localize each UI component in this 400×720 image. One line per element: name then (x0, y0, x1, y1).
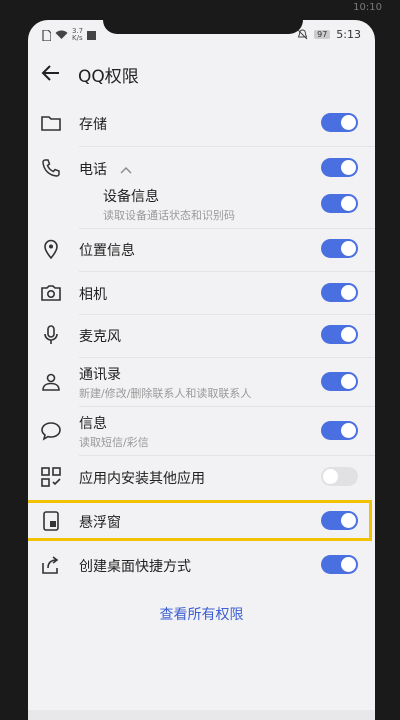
toggle-knob (341, 557, 356, 572)
page-title: QQ权限 (78, 67, 139, 87)
phone-toggle[interactable] (321, 158, 358, 177)
permission-row-shortcut[interactable]: 创建桌面快捷方式 (28, 544, 375, 586)
sim-icon (42, 29, 51, 41)
shortcut-toggle[interactable] (321, 555, 358, 574)
permission-row-storage[interactable]: 存储 (28, 100, 375, 147)
toggle-knob (341, 241, 356, 256)
floating-window-toggle[interactable] (321, 511, 358, 530)
permission-label: 存储 (79, 117, 107, 133)
permission-label: 信息 (79, 416, 107, 432)
permission-row-camera[interactable]: 相机 (28, 272, 375, 315)
toggle-knob (341, 196, 356, 211)
contacts-toggle[interactable] (321, 372, 358, 391)
camera-icon (40, 282, 62, 304)
permission-label: 通讯录 (79, 367, 121, 383)
floating-window-icon (40, 510, 62, 532)
permission-row-contacts[interactable]: 通讯录 新建/修改/删除联系人和读取联系人 (28, 358, 375, 407)
toggle-knob (341, 327, 356, 342)
permission-row-location[interactable]: 位置信息 (28, 229, 375, 272)
microphone-icon (40, 324, 62, 346)
permission-description: 读取短信/彩信 (79, 436, 149, 449)
bezel-time: 10:10 (353, 2, 382, 13)
permission-description: 新建/修改/删除联系人和读取联系人 (79, 387, 252, 400)
toggle-knob (341, 115, 356, 130)
toggle-knob (341, 160, 356, 175)
permission-label: 应用内安装其他应用 (79, 471, 205, 487)
permission-label: 设备信息 (103, 189, 159, 205)
notification-icon (87, 30, 97, 40)
apps-icon (40, 466, 62, 488)
camera-toggle[interactable] (321, 283, 358, 302)
permission-row-floating-window[interactable]: 悬浮窗 (28, 501, 375, 541)
permission-label: 创建桌面快捷方式 (79, 559, 191, 575)
toggle-knob (341, 285, 356, 300)
contacts-icon (40, 371, 62, 393)
back-arrow-icon[interactable] (40, 62, 62, 84)
toggle-knob (341, 423, 356, 438)
location-toggle[interactable] (321, 239, 358, 258)
permission-row-install-apps[interactable]: 应用内安装其他应用 (28, 456, 375, 498)
permission-row-messages[interactable]: 信息 读取短信/彩信 (28, 407, 375, 456)
wifi-icon (55, 30, 68, 40)
permission-label: 相机 (79, 287, 107, 303)
net-speed: 3.7 K/s (72, 28, 83, 42)
permission-label: 麦克风 (79, 329, 121, 345)
status-bar: 3.7 K/s 97 5:13 (28, 20, 375, 50)
shortcut-icon (40, 554, 62, 576)
bottom-area (28, 710, 375, 720)
battery-indicator: 97 (314, 30, 331, 39)
permission-label: 电话 (79, 162, 107, 178)
messages-toggle[interactable] (321, 421, 358, 440)
permission-label: 悬浮窗 (79, 515, 121, 531)
chevron-up-icon[interactable] (120, 162, 132, 174)
app-header: QQ权限 (28, 52, 375, 96)
toggle-knob (323, 469, 338, 484)
phone-screen: 3.7 K/s 97 5:13 QQ权限 存储 电话 设备信息 读取设备通话状态… (28, 20, 375, 720)
storage-toggle[interactable] (321, 113, 358, 132)
toggle-knob (341, 374, 356, 389)
status-time: 5:13 (336, 28, 361, 41)
net-speed-unit: K/s (72, 34, 83, 42)
device-info-toggle[interactable] (321, 194, 358, 213)
microphone-toggle[interactable] (321, 325, 358, 344)
toggle-knob (341, 513, 356, 528)
permission-label: 位置信息 (79, 243, 135, 259)
install-apps-toggle[interactable] (321, 467, 358, 486)
permission-row-device-info[interactable]: 设备信息 读取设备通话状态和识别码 (28, 180, 375, 229)
permission-row-microphone[interactable]: 麦克风 (28, 315, 375, 358)
mute-icon (297, 29, 308, 40)
location-icon (40, 238, 62, 260)
permission-description: 读取设备通话状态和识别码 (103, 209, 235, 222)
phone-icon (40, 157, 62, 179)
folder-icon (40, 112, 62, 134)
see-all-permissions-link[interactable]: 查看所有权限 (28, 604, 375, 624)
message-icon (40, 420, 62, 442)
